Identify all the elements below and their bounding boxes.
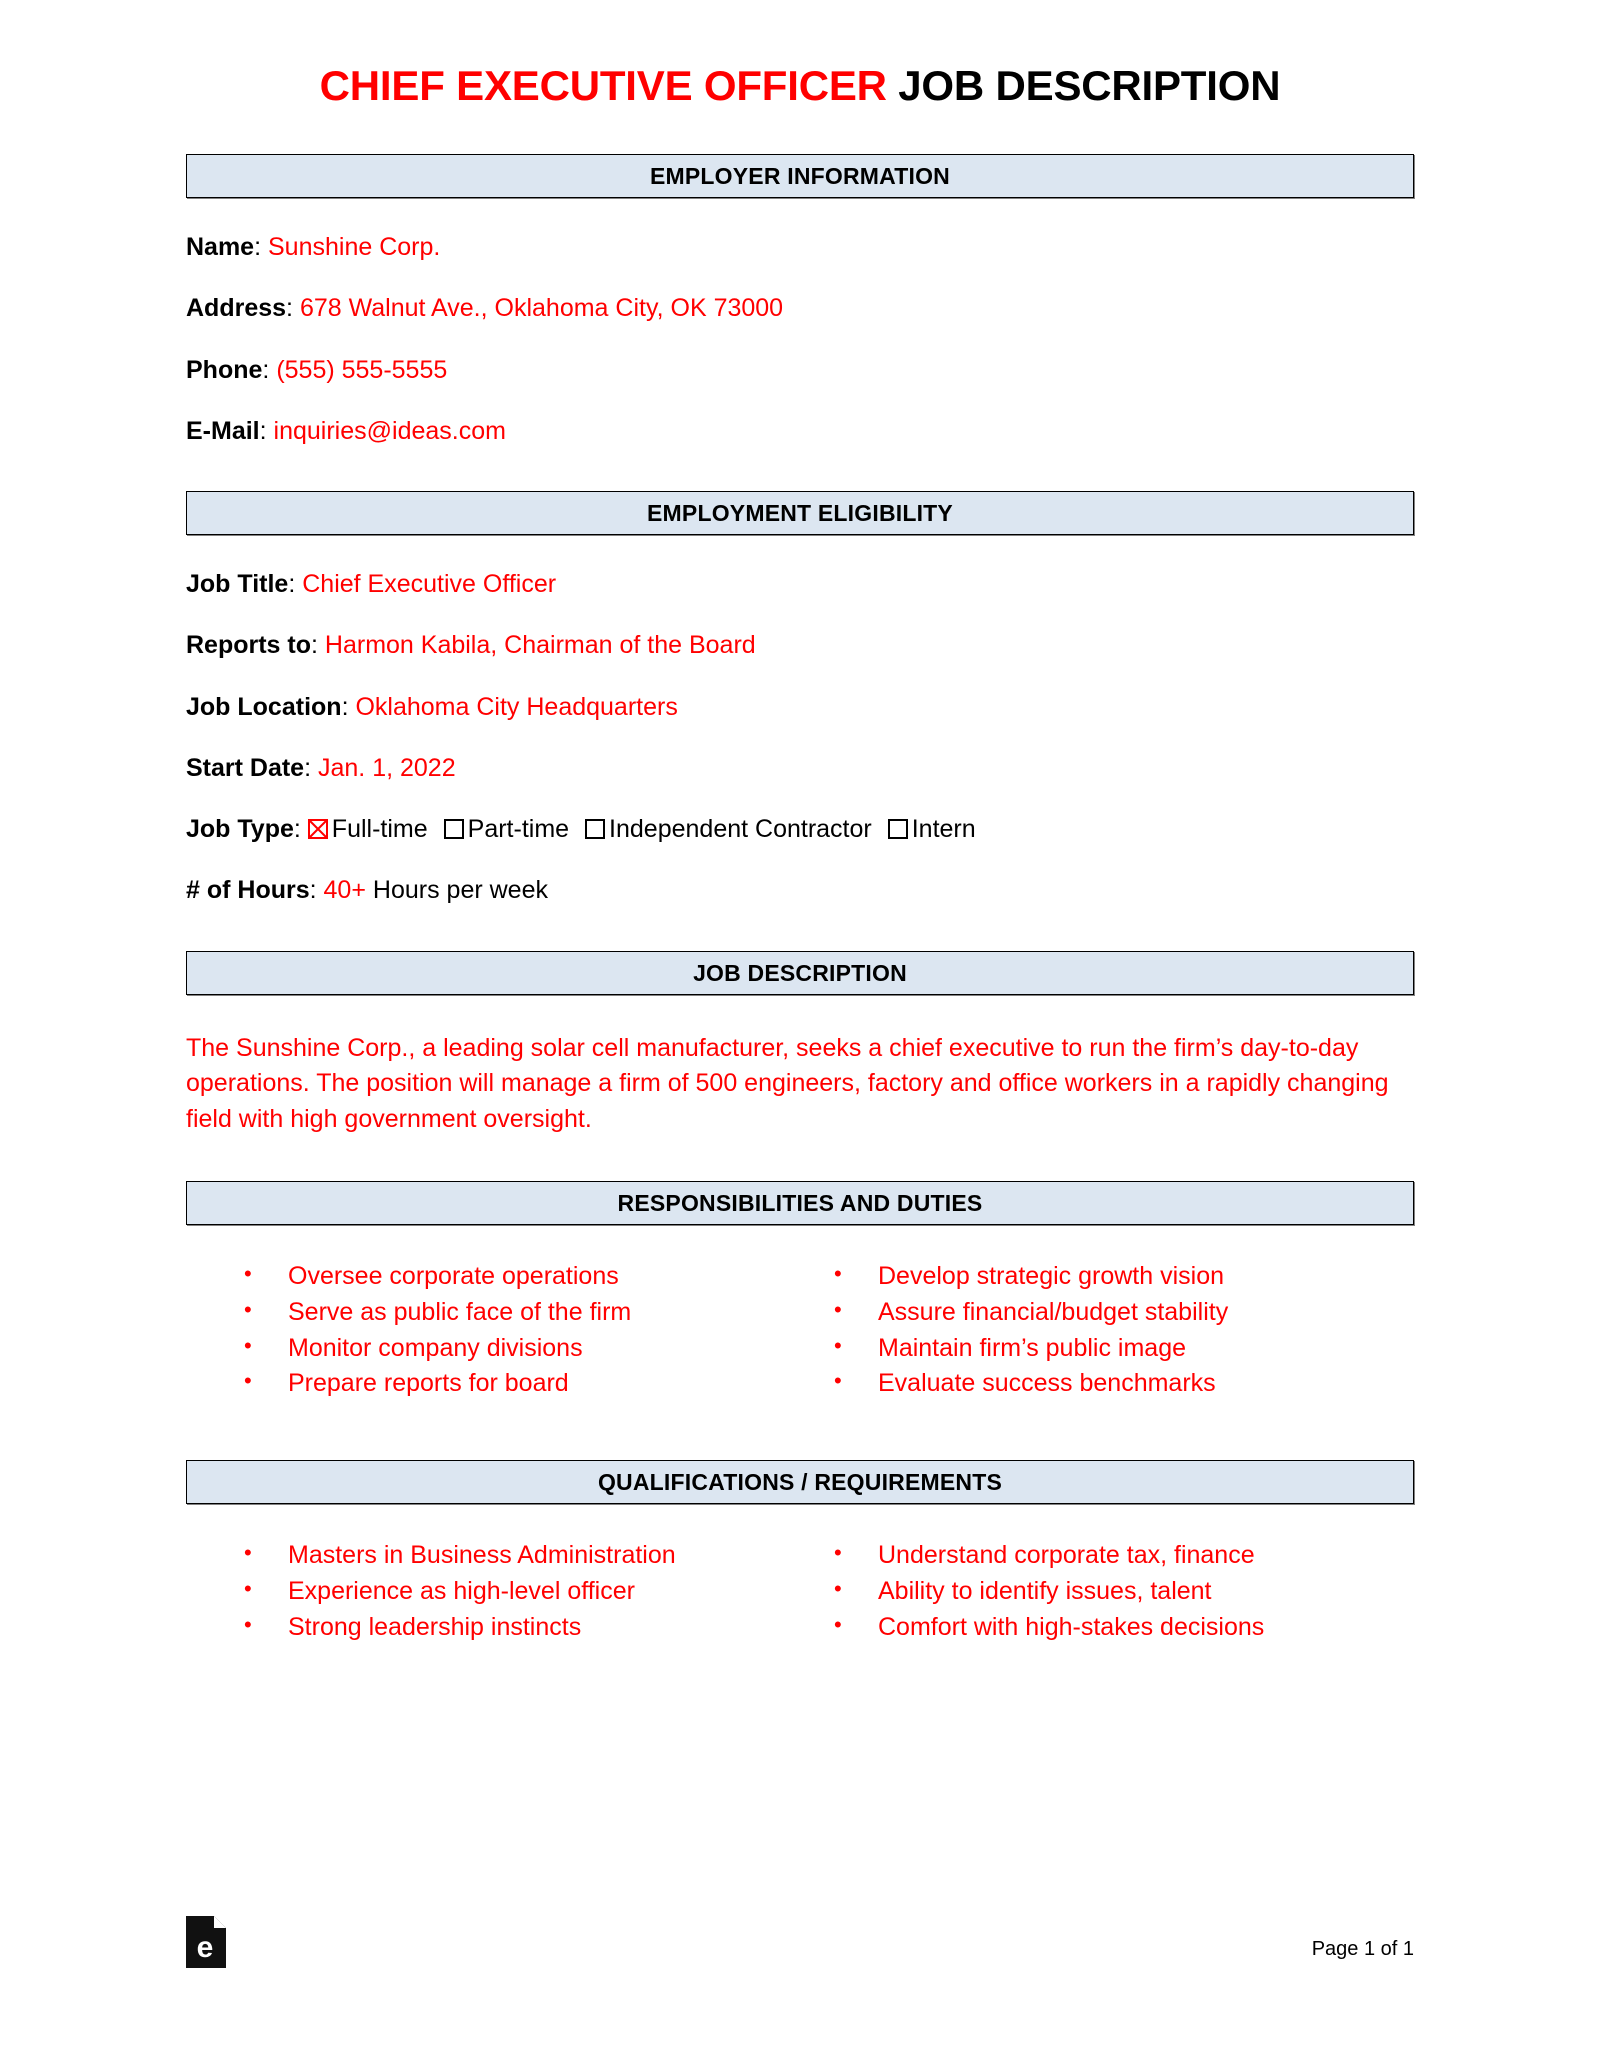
responsibility-item: Assure financial/budget stability bbox=[824, 1294, 1414, 1331]
qualification-item: Strong leadership instincts bbox=[234, 1609, 824, 1646]
field-job-title: Job Title: Chief Executive Officer bbox=[186, 570, 557, 598]
page-title: CHIEF EXECUTIVE OFFICER JOB DESCRIPTION bbox=[186, 62, 1414, 110]
qualifications-left-column: Masters in Business AdministrationExperi… bbox=[234, 1537, 824, 1646]
page-title-highlight: CHIEF EXECUTIVE OFFICER bbox=[319, 62, 887, 109]
field-address-value: 678 Walnut Ave., Oklahoma City, OK 73000 bbox=[299, 294, 784, 323]
section-header-employment-eligibility: EMPLOYMENT ELIGIBILITY bbox=[186, 491, 1414, 535]
responsibility-item: Serve as public face of the firm bbox=[234, 1294, 824, 1331]
eforms-logo-icon: e bbox=[186, 1916, 226, 1968]
page-number: Page 1 of 1 bbox=[1311, 1938, 1414, 1960]
responsibilities-right-column: Develop strategic growth visionAssure fi… bbox=[824, 1258, 1414, 1402]
responsibility-item: Prepare reports for board bbox=[234, 1365, 824, 1402]
document-content: CHIEF EXECUTIVE OFFICER JOB DESCRIPTION … bbox=[186, 0, 1414, 1645]
page-footer: e Page 1 of 1 bbox=[186, 1916, 1414, 1996]
job-type-checkbox-part-time[interactable] bbox=[443, 819, 464, 839]
responsibilities-left-column: Oversee corporate operationsServe as pub… bbox=[234, 1258, 824, 1402]
field-address-label: Address bbox=[186, 294, 287, 323]
field-email-value: inquiries@ideas.com bbox=[273, 416, 506, 445]
field-phone-label: Phone bbox=[186, 355, 263, 384]
section-header-job-description: JOB DESCRIPTION bbox=[186, 950, 1414, 995]
responsibility-item: Oversee corporate operations bbox=[234, 1258, 824, 1295]
job-type-checkbox-independent-contractor[interactable] bbox=[585, 819, 606, 839]
field-hours: # of Hours: 40+ Hours per week bbox=[186, 876, 548, 905]
job-type-label-intern: Intern bbox=[911, 815, 976, 843]
section-header-responsibilities: RESPONSIBILITIES AND DUTIES bbox=[186, 1181, 1414, 1225]
qualification-item: Ability to identify issues, talent bbox=[824, 1573, 1414, 1610]
field-address: Address: 678 Walnut Ave., Oklahoma City,… bbox=[186, 294, 784, 323]
field-email-label: E-Mail bbox=[186, 416, 260, 445]
qualifications-right-column: Understand corporate tax, financeAbility… bbox=[824, 1537, 1414, 1646]
svg-text:e: e bbox=[197, 1931, 214, 1964]
field-job-location: Job Location: Oklahoma City Headquarters bbox=[186, 692, 678, 721]
job-type-label-part-time: Part-time bbox=[467, 815, 570, 843]
responsibilities-columns: Oversee corporate operationsServe as pub… bbox=[186, 1258, 1414, 1402]
field-job-location-label: Job Location bbox=[186, 692, 342, 721]
field-hours-suffix: Hours per week bbox=[372, 876, 548, 905]
job-type-options: Full-time Part-time Independent Contractor… bbox=[307, 815, 992, 843]
responsibility-item: Evaluate success benchmarks bbox=[824, 1365, 1414, 1402]
qualification-item: Experience as high-level officer bbox=[234, 1573, 824, 1610]
job-type-checkbox-intern[interactable] bbox=[887, 819, 908, 839]
qualification-item: Masters in Business Administration bbox=[234, 1537, 824, 1574]
qualifications-columns: Masters in Business AdministrationExperi… bbox=[186, 1537, 1414, 1646]
qualification-item: Comfort with high-stakes decisions bbox=[824, 1609, 1414, 1646]
field-start-date: Start Date: Jan. 1, 2022 bbox=[186, 753, 456, 782]
field-hours-value: 40+ bbox=[323, 876, 366, 905]
section-header-employer-information: EMPLOYER INFORMATION bbox=[186, 154, 1414, 198]
field-job-type-label: Job Type bbox=[186, 815, 294, 843]
field-name-label: Name bbox=[186, 233, 255, 261]
field-job-title-label: Job Title bbox=[186, 570, 289, 598]
field-job-location-value: Oklahoma City Headquarters bbox=[355, 692, 678, 721]
document-page: CHIEF EXECUTIVE OFFICER JOB DESCRIPTION … bbox=[0, 0, 1600, 2070]
job-type-label-full-time: Full-time bbox=[331, 815, 428, 843]
field-reports-to: Reports to: Harmon Kabila, Chairman of t… bbox=[186, 631, 756, 660]
field-name: Name: Sunshine Corp. bbox=[186, 233, 441, 261]
responsibility-item: Maintain firm’s public image bbox=[824, 1330, 1414, 1367]
responsibility-item: Monitor company divisions bbox=[234, 1330, 824, 1367]
field-phone-value: (555) 555-5555 bbox=[276, 355, 448, 384]
qualification-item: Understand corporate tax, finance bbox=[824, 1537, 1414, 1574]
field-reports-to-label: Reports to bbox=[186, 631, 311, 660]
field-job-type: Job Type: Full-time Part-time Independent … bbox=[186, 814, 1414, 845]
job-type-checkbox-full-time[interactable] bbox=[307, 819, 328, 839]
field-start-date-value: Jan. 1, 2022 bbox=[318, 753, 456, 782]
page-title-rest: JOB DESCRIPTION bbox=[886, 62, 1281, 109]
field-job-title-value: Chief Executive Officer bbox=[302, 570, 557, 598]
field-email: E-Mail: inquiries@ideas.com bbox=[186, 416, 506, 445]
field-phone: Phone: (555) 555-5555 bbox=[186, 355, 448, 384]
job-description-paragraph: The Sunshine Corp., a leading solar cell… bbox=[186, 1033, 1389, 1133]
field-name-value: Sunshine Corp. bbox=[268, 233, 441, 261]
field-reports-to-value: Harmon Kabila, Chairman of the Board bbox=[324, 631, 756, 660]
responsibility-item: Develop strategic growth vision bbox=[824, 1258, 1414, 1295]
field-hours-label: # of Hours bbox=[186, 876, 310, 905]
section-header-qualifications: QUALIFICATIONS / REQUIREMENTS bbox=[186, 1460, 1414, 1504]
field-start-date-label: Start Date bbox=[186, 753, 305, 782]
job-type-label-independent-contractor: Independent Contractor bbox=[609, 815, 872, 843]
